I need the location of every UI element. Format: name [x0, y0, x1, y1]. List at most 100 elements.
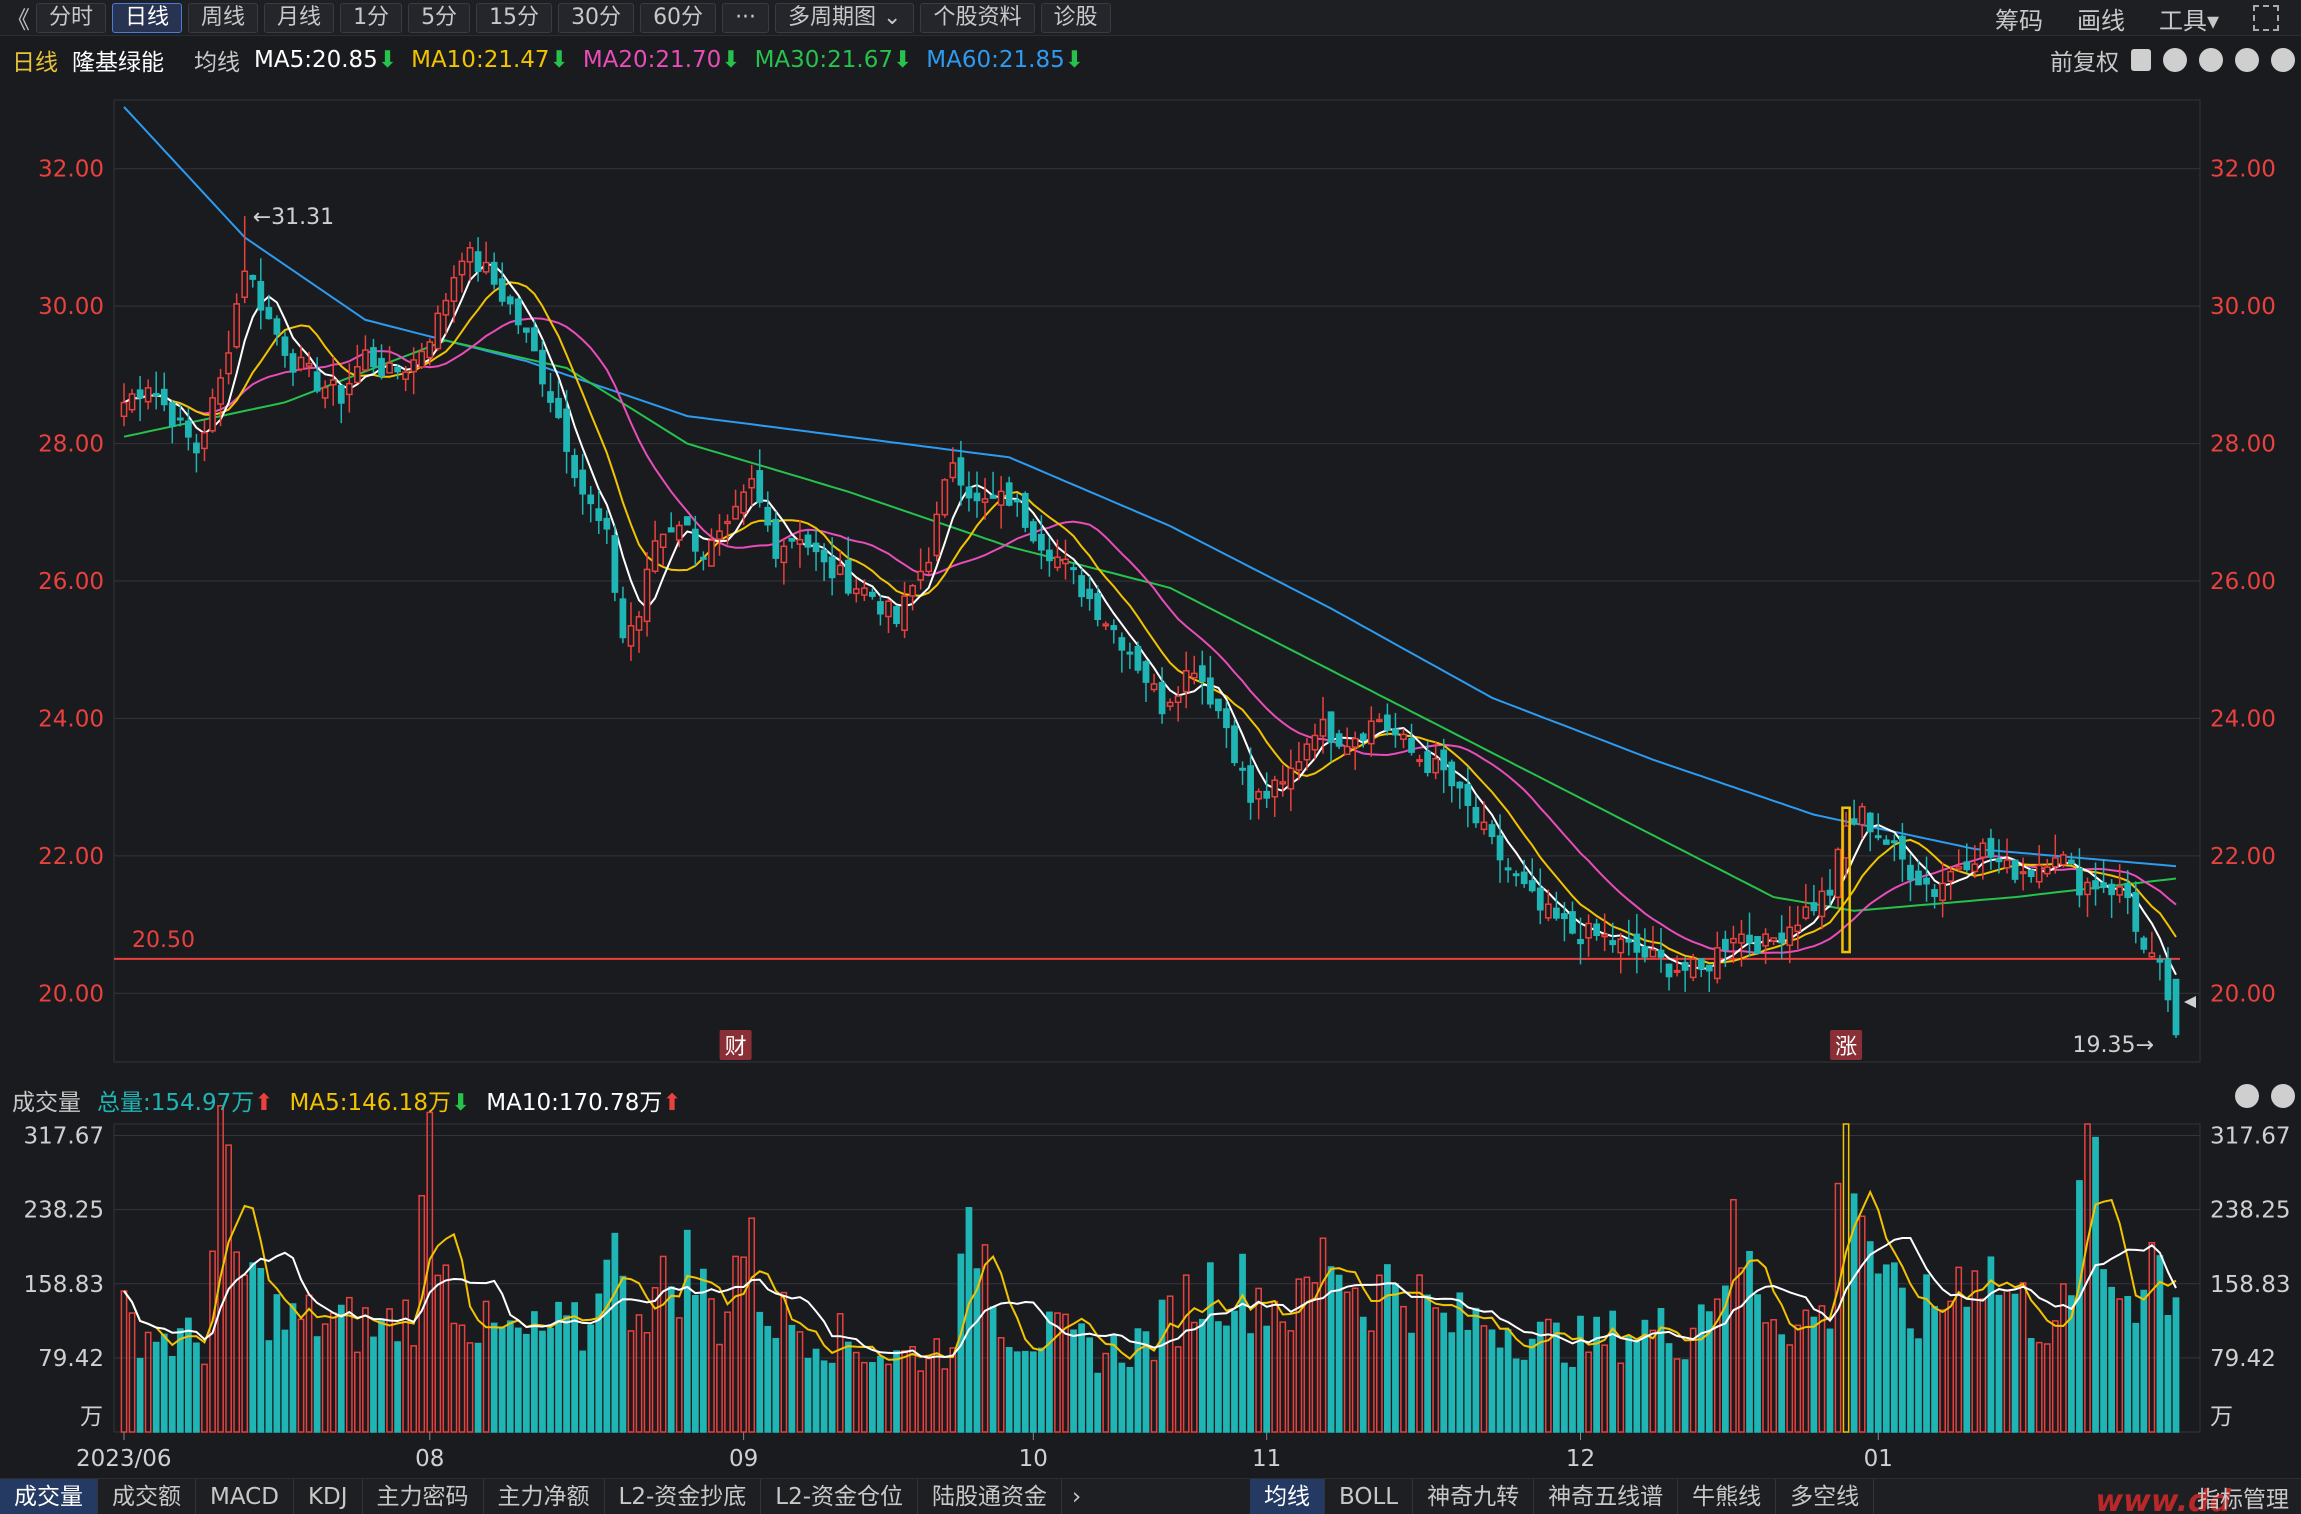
- event-marker[interactable]: 财: [725, 1035, 747, 1060]
- candle[interactable]: [1078, 575, 1085, 598]
- candle[interactable]: [1794, 924, 1802, 933]
- volume-bar[interactable]: [539, 1330, 546, 1433]
- overlay-tab-3[interactable]: 神奇五线谱: [1534, 1479, 1679, 1514]
- candle[interactable]: [603, 517, 611, 530]
- candle[interactable]: [804, 534, 812, 548]
- volume-bar[interactable]: [257, 1267, 265, 1433]
- volume-bar[interactable]: [1633, 1340, 1641, 1433]
- volume-bar[interactable]: [1126, 1366, 1134, 1433]
- volume-bar[interactable]: [1673, 1358, 1681, 1433]
- volume-bar[interactable]: [764, 1325, 772, 1433]
- candle[interactable]: [1681, 961, 1689, 971]
- candle[interactable]: [1520, 871, 1528, 885]
- volume-bar[interactable]: [1424, 1294, 1431, 1433]
- candle[interactable]: [740, 491, 747, 514]
- candle[interactable]: [1190, 672, 1198, 679]
- volume-bar[interactable]: [531, 1311, 538, 1433]
- volume-bar[interactable]: [1544, 1318, 1552, 1433]
- candle[interactable]: [1673, 969, 1681, 973]
- candle[interactable]: [1874, 835, 1882, 839]
- candle[interactable]: [1882, 839, 1890, 845]
- candle[interactable]: [716, 530, 723, 540]
- candle[interactable]: [667, 527, 675, 533]
- candle[interactable]: [1037, 533, 1045, 551]
- candle[interactable]: [933, 513, 941, 557]
- candle[interactable]: [708, 539, 715, 567]
- candle[interactable]: [257, 280, 265, 311]
- candle[interactable]: [1086, 588, 1094, 600]
- candle[interactable]: [909, 585, 916, 597]
- candle[interactable]: [394, 366, 401, 373]
- volume-bar[interactable]: [2051, 1320, 2059, 1433]
- candle[interactable]: [345, 382, 353, 396]
- volume-bar[interactable]: [869, 1362, 876, 1433]
- candle[interactable]: [1182, 670, 1190, 693]
- candle[interactable]: [313, 371, 321, 392]
- candle[interactable]: [595, 508, 603, 521]
- candle[interactable]: [691, 528, 699, 552]
- candle[interactable]: [136, 389, 144, 399]
- candle[interactable]: [949, 462, 957, 479]
- candle[interactable]: [611, 535, 619, 593]
- candle[interactable]: [498, 278, 506, 302]
- volume-bar[interactable]: [1392, 1283, 1399, 1433]
- candle[interactable]: [1206, 677, 1214, 705]
- candle[interactable]: [836, 564, 844, 575]
- volume-bar[interactable]: [394, 1341, 401, 1433]
- volume-bar[interactable]: [1279, 1321, 1287, 1433]
- candle[interactable]: [1223, 708, 1230, 729]
- volume-bar[interactable]: [514, 1327, 522, 1433]
- candle[interactable]: [756, 470, 764, 503]
- volume-bar[interactable]: [2148, 1242, 2156, 1433]
- candle[interactable]: [1995, 858, 2003, 863]
- volume-bar[interactable]: [1762, 1322, 1769, 1433]
- volume-bar[interactable]: [144, 1331, 152, 1433]
- volume-bar[interactable]: [1979, 1298, 1987, 1433]
- volume-bar[interactable]: [877, 1355, 884, 1433]
- candle[interactable]: [144, 387, 152, 403]
- candle[interactable]: [587, 494, 595, 505]
- close-icon[interactable]: [2235, 1084, 2259, 1108]
- volume-bar[interactable]: [893, 1350, 900, 1433]
- volume-bar[interactable]: [1206, 1262, 1214, 1433]
- volume-bar[interactable]: [1882, 1264, 1890, 1433]
- volume-bar[interactable]: [1874, 1273, 1882, 1433]
- overlay-tab-1[interactable]: BOLL: [1325, 1479, 1414, 1514]
- candle[interactable]: [860, 587, 868, 596]
- volume-bar[interactable]: [2035, 1341, 2043, 1433]
- volume-bar[interactable]: [997, 1337, 1005, 1433]
- volume-bar[interactable]: [1738, 1267, 1745, 1433]
- volume-bar[interactable]: [828, 1362, 836, 1433]
- volume-bar[interactable]: [265, 1340, 273, 1433]
- candle[interactable]: [852, 588, 860, 595]
- volume-bar[interactable]: [627, 1330, 635, 1433]
- volume-bar[interactable]: [925, 1357, 933, 1433]
- candle[interactable]: [514, 298, 522, 326]
- candle[interactable]: [1890, 840, 1898, 844]
- volume-bar[interactable]: [1150, 1359, 1158, 1433]
- candle[interactable]: [724, 520, 731, 525]
- volume-bar[interactable]: [490, 1322, 498, 1433]
- volume-bar[interactable]: [1239, 1253, 1246, 1433]
- candle[interactable]: [458, 260, 466, 276]
- candle[interactable]: [772, 518, 780, 559]
- volume-bar[interactable]: [1231, 1310, 1238, 1433]
- candle[interactable]: [2124, 882, 2132, 899]
- candle[interactable]: [474, 251, 482, 272]
- volume-bar[interactable]: [1890, 1262, 1898, 1433]
- candle[interactable]: [1359, 733, 1367, 741]
- volume-bar[interactable]: [1182, 1274, 1190, 1433]
- candle[interactable]: [1818, 890, 1826, 918]
- candle[interactable]: [1142, 661, 1150, 683]
- candle[interactable]: [1046, 549, 1053, 562]
- candle[interactable]: [1150, 683, 1158, 691]
- volume-bar[interactable]: [1681, 1359, 1689, 1433]
- volume-bar[interactable]: [1335, 1274, 1343, 1433]
- candle[interactable]: [659, 533, 667, 548]
- volume-bar[interactable]: [1094, 1372, 1102, 1433]
- candle[interactable]: [281, 336, 289, 356]
- volume-bar[interactable]: [1190, 1321, 1198, 1433]
- candle[interactable]: [1577, 938, 1584, 945]
- volume-bar[interactable]: [2003, 1289, 2011, 1433]
- candle[interactable]: [273, 318, 281, 335]
